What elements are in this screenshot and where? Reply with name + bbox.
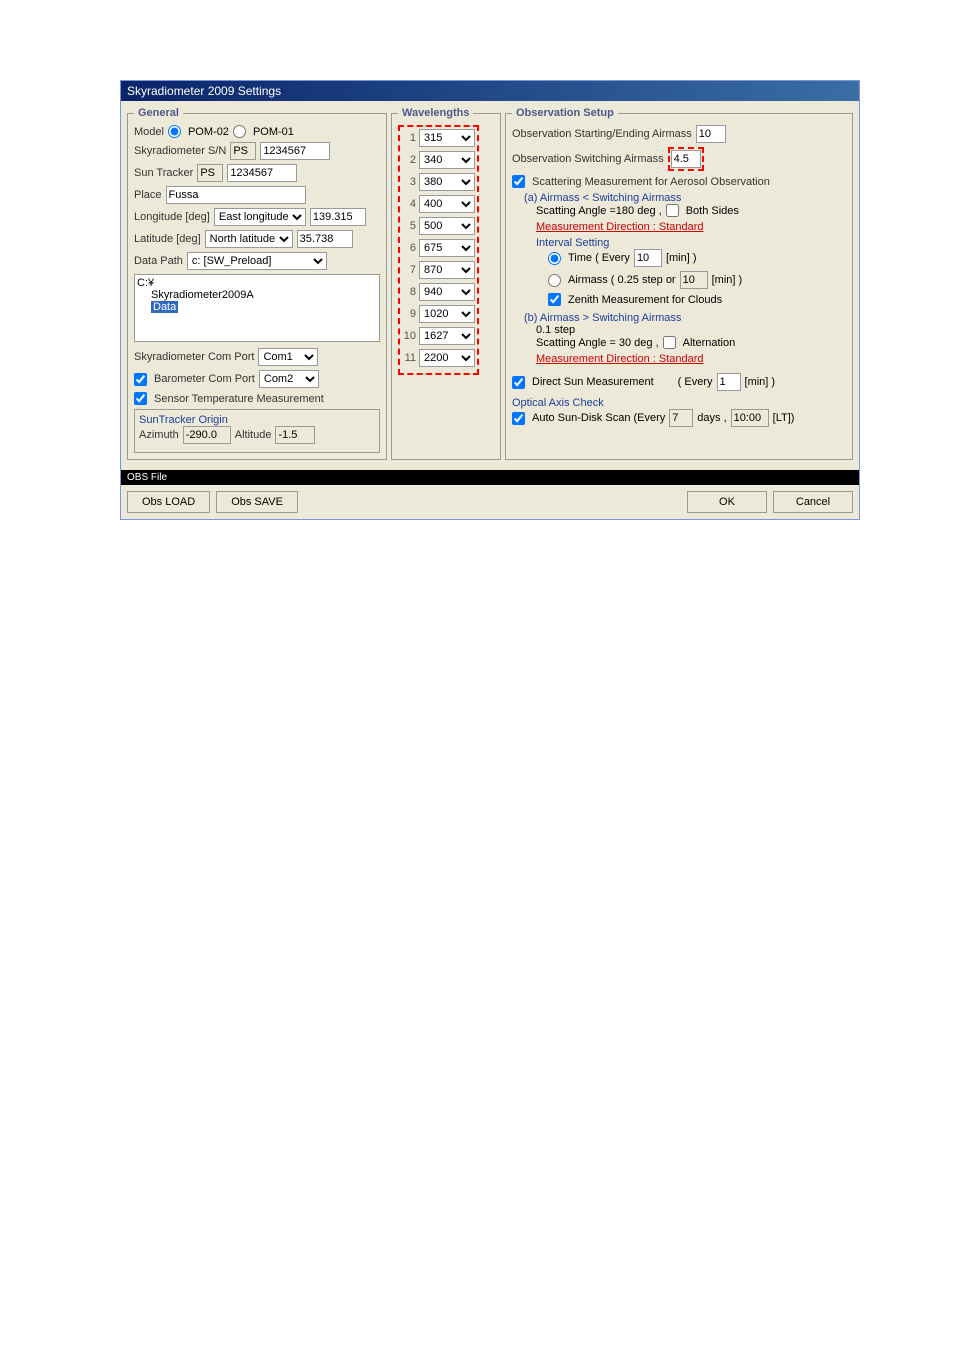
wavelength-row: 5500 bbox=[402, 217, 475, 235]
azimuth-input bbox=[183, 426, 231, 444]
obs-legend: Observation Setup bbox=[512, 107, 618, 119]
interval-airmass-radio[interactable] bbox=[548, 274, 561, 287]
tracker-label: Sun Tracker bbox=[134, 167, 193, 179]
altitude-input bbox=[275, 426, 315, 444]
wavelength-row: 101627 bbox=[402, 327, 475, 345]
time-input[interactable] bbox=[634, 249, 662, 267]
datapath-select[interactable]: c: [SW_Preload] bbox=[187, 252, 327, 270]
obs-save-button[interactable]: Obs SAVE bbox=[216, 491, 298, 513]
wavelengths-group: Wavelengths 1315 2340 3380 4400 5500 6675 7870… bbox=[391, 107, 501, 460]
tracker-prefix bbox=[197, 164, 223, 182]
start-end-input[interactable] bbox=[696, 125, 726, 143]
com-select[interactable]: Com1 bbox=[258, 348, 318, 366]
alternation-check[interactable] bbox=[663, 336, 676, 349]
origin-box: SunTracker Origin Azimuth Altitude bbox=[134, 409, 380, 453]
settings-dialog: Skyradiometer 2009 Settings General Mode… bbox=[120, 80, 860, 520]
sn-label: Skyradiometer S/N bbox=[134, 145, 226, 157]
wavelength-select[interactable]: 1020 bbox=[419, 305, 475, 323]
titlebar: Skyradiometer 2009 Settings bbox=[121, 81, 859, 101]
wavelength-row: 91020 bbox=[402, 305, 475, 323]
lon-label: Longitude [deg] bbox=[134, 211, 210, 223]
wavelength-select[interactable]: 340 bbox=[419, 151, 475, 169]
lon-input[interactable] bbox=[310, 208, 366, 226]
baro-label: Barometer Com Port bbox=[154, 373, 255, 385]
tracker-input[interactable] bbox=[227, 164, 297, 182]
wavelength-select[interactable]: 400 bbox=[419, 195, 475, 213]
wavelength-row: 8940 bbox=[402, 283, 475, 301]
sn-prefix bbox=[230, 142, 256, 160]
sensor-check[interactable] bbox=[134, 392, 147, 405]
wavelength-select[interactable]: 315 bbox=[419, 129, 475, 147]
wavelength-select[interactable]: 380 bbox=[419, 173, 475, 191]
auto-scan-check[interactable] bbox=[512, 412, 525, 425]
general-group: General Model POM-02 POM-01 Skyradiomete… bbox=[127, 107, 387, 460]
general-legend: General bbox=[134, 107, 183, 119]
sn-input[interactable] bbox=[260, 142, 330, 160]
wavelength-select[interactable]: 500 bbox=[419, 217, 475, 235]
auto-time-input bbox=[731, 409, 769, 427]
model-pom01-radio[interactable] bbox=[233, 125, 246, 138]
cancel-button[interactable]: Cancel bbox=[773, 491, 853, 513]
wavelength-row: 4400 bbox=[402, 195, 475, 213]
model-label: Model bbox=[134, 126, 164, 138]
auto-days-input bbox=[669, 409, 693, 427]
ok-button[interactable]: OK bbox=[687, 491, 767, 513]
baro-select[interactable]: Com2 bbox=[259, 370, 319, 388]
wavelength-select[interactable]: 675 bbox=[419, 239, 475, 257]
switch-input[interactable] bbox=[671, 150, 701, 168]
wavelength-row: 2340 bbox=[402, 151, 475, 169]
dir-tree[interactable]: C:¥ Skyradiometer2009A Data bbox=[134, 274, 380, 342]
wavelength-select[interactable]: 940 bbox=[419, 283, 475, 301]
wavelength-select[interactable]: 1627 bbox=[419, 327, 475, 345]
lat-input[interactable] bbox=[297, 230, 353, 248]
wavelength-row: 7870 bbox=[402, 261, 475, 279]
obs-load-button[interactable]: Obs LOAD bbox=[127, 491, 210, 513]
baro-check[interactable] bbox=[134, 373, 147, 386]
place-label: Place bbox=[134, 189, 162, 201]
origin-label: SunTracker Origin bbox=[139, 414, 375, 426]
wavelength-row: 1315 bbox=[402, 129, 475, 147]
interval-time-radio[interactable] bbox=[548, 252, 561, 265]
obs-group: Observation Setup Observation Starting/E… bbox=[505, 107, 853, 460]
wavelengths-legend: Wavelengths bbox=[398, 107, 473, 119]
zenith-check[interactable] bbox=[548, 293, 561, 306]
wavelength-row: 112200 bbox=[402, 349, 475, 367]
lat-dir-select[interactable]: North latitude bbox=[205, 230, 293, 248]
lat-label: Latitude [deg] bbox=[134, 233, 201, 245]
wavelength-row: 6675 bbox=[402, 239, 475, 257]
model-pom02-radio[interactable] bbox=[168, 125, 181, 138]
scatter-check[interactable] bbox=[512, 175, 525, 188]
datapath-label: Data Path bbox=[134, 255, 183, 267]
obs-file-bar: OBS File bbox=[121, 470, 859, 485]
place-input[interactable] bbox=[166, 186, 306, 204]
wavelength-select[interactable]: 2200 bbox=[419, 349, 475, 367]
sensor-label: Sensor Temperature Measurement bbox=[154, 393, 324, 405]
direct-sun-check[interactable] bbox=[512, 376, 525, 389]
both-sides-check[interactable] bbox=[666, 204, 679, 217]
wavelength-row: 3380 bbox=[402, 173, 475, 191]
com-label: Skyradiometer Com Port bbox=[134, 351, 254, 363]
airmass-input bbox=[680, 271, 708, 289]
direct-input[interactable] bbox=[717, 373, 741, 391]
wavelength-select[interactable]: 870 bbox=[419, 261, 475, 279]
lon-dir-select[interactable]: East longitude bbox=[214, 208, 306, 226]
